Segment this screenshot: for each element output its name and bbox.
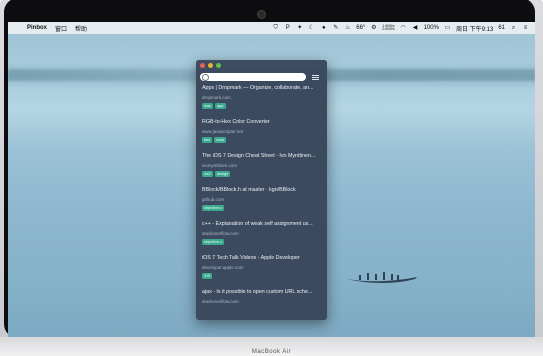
temperature-readout[interactable]: 66° xyxy=(356,25,365,31)
tag-list: ios7 design xyxy=(202,171,321,177)
tag-badge[interactable]: mac xyxy=(202,103,214,109)
laptop-frame: Pinbox 窗口 帮助 ⛉ P ✦ ☾ ● ✎ ♨ 66° ⚙ 1.9KB/s… xyxy=(0,0,543,356)
gear-icon[interactable]: ⚙ xyxy=(370,25,377,32)
bookmark-url: stackoverflow.com xyxy=(202,231,239,236)
zoom-button[interactable] xyxy=(216,62,221,68)
bookmark-title[interactable]: Apps | Dropmark — Organize, collaborate,… xyxy=(202,85,321,91)
minimize-button[interactable] xyxy=(208,62,213,68)
bookmark-title[interactable]: BBlock/BBlock.h at master · kgn/BBlock xyxy=(202,187,321,193)
battery-readout[interactable]: 100% xyxy=(424,25,439,31)
bookmark-url: www.javascripter.net xyxy=(202,129,244,134)
bookmark-url: github.com xyxy=(202,197,225,202)
tools-icon[interactable]: ✎ xyxy=(332,25,339,32)
bookmark-title[interactable]: c++ - Explanation of weak self assignmen… xyxy=(202,221,321,227)
camera-icon xyxy=(257,10,266,19)
apple-menu-icon[interactable] xyxy=(14,24,21,32)
menu-item-window[interactable]: 窗口 xyxy=(55,24,67,33)
notification-count[interactable]: 61 xyxy=(498,25,505,31)
bookmark-item[interactable]: RGB-to-Hex Color Converter www.javascript… xyxy=(202,119,321,152)
bookmark-url: ivomynttinen.com xyxy=(202,163,238,168)
battery-icon[interactable]: ▭ xyxy=(444,25,451,32)
network-speed[interactable]: 1.9KB/s 0.0KB/s xyxy=(382,24,395,32)
bookmark-title[interactable]: RGB-to-Hex Color Converter xyxy=(202,119,321,125)
droplet-icon[interactable]: ● xyxy=(320,25,327,32)
tag-list: iOS xyxy=(202,273,321,279)
boat-image xyxy=(347,272,417,283)
tag-badge[interactable]: color xyxy=(214,137,227,143)
bookmark-item[interactable]: c++ - Explanation of weak self assignmen… xyxy=(202,221,321,254)
wifi-icon[interactable]: ◠ xyxy=(400,25,407,32)
bookmark-item[interactable]: The iOS 7 Design Cheat Sheet - Ivo Myntt… xyxy=(202,153,321,186)
tag-list: objective-c xyxy=(202,239,321,245)
volume-icon[interactable]: ◀ xyxy=(412,25,419,32)
network-down: 0.0KB/s xyxy=(382,27,395,31)
menu-bar: Pinbox 窗口 帮助 ⛉ P ✦ ☾ ● ✎ ♨ 66° ⚙ 1.9KB/s… xyxy=(8,22,535,34)
search-row xyxy=(196,70,327,84)
magnifier-icon xyxy=(202,73,209,81)
clock[interactable]: 周日 下午9:13 xyxy=(456,24,493,33)
flame-icon[interactable]: ♨ xyxy=(344,25,351,32)
bookmark-url: stackoverflow.com xyxy=(202,299,239,304)
tag-badge[interactable]: design xyxy=(214,171,231,177)
bookmark-title[interactable]: The iOS 7 Design Cheat Sheet - Ivo Myntt… xyxy=(202,153,321,159)
moon-icon[interactable]: ☾ xyxy=(308,25,315,32)
menu-app-name[interactable]: Pinbox xyxy=(27,25,47,31)
status-area: ⛉ P ✦ ☾ ● ✎ ♨ 66° ⚙ 1.9KB/s 0.0KB/s ◠ ◀ … xyxy=(272,24,535,33)
tag-badge[interactable]: hex xyxy=(202,137,213,143)
tag-badge[interactable]: iOS xyxy=(202,273,213,279)
close-button[interactable] xyxy=(200,62,205,68)
bookmark-url: dropmark.com xyxy=(202,95,231,100)
bookmark-title[interactable]: ajax - Is it possible to open custom URL… xyxy=(202,289,321,295)
pinbox-window: Apps | Dropmark — Organize, collaborate,… xyxy=(196,60,327,320)
tag-list: mac app xyxy=(202,103,321,109)
bookmark-item[interactable]: BBlock/BBlock.h at master · kgn/BBlock gi… xyxy=(202,187,321,220)
list-icon[interactable]: ≡ xyxy=(522,25,529,32)
tag-badge[interactable]: objective-c xyxy=(202,205,225,211)
tag-badge[interactable]: app xyxy=(215,103,226,109)
window-titlebar xyxy=(196,60,327,70)
bookmark-item[interactable]: ajax - Is it possible to open custom URL… xyxy=(202,289,321,320)
tag-list: objective-c xyxy=(202,205,321,211)
screen: Pinbox 窗口 帮助 ⛉ P ✦ ☾ ● ✎ ♨ 66° ⚙ 1.9KB/s… xyxy=(8,22,535,337)
tag-list: hex color xyxy=(202,137,321,143)
search-input[interactable] xyxy=(200,73,306,81)
shield-icon[interactable]: ⛉ xyxy=(272,25,279,32)
bookmark-item[interactable]: iOS 7 Tech Talk Videos - Apple Developer… xyxy=(202,255,321,288)
p-icon[interactable]: P xyxy=(284,25,291,32)
device-label: MacBook Air xyxy=(251,349,292,355)
bookmark-item[interactable]: Apps | Dropmark — Organize, collaborate,… xyxy=(202,85,321,118)
tag-badge[interactable]: objective-c xyxy=(202,239,225,245)
bookmark-list: Apps | Dropmark — Organize, collaborate,… xyxy=(196,85,327,320)
bookmark-title[interactable]: iOS 7 Tech Talk Videos - Apple Developer xyxy=(202,255,321,261)
tag-badge[interactable]: ios7 xyxy=(202,171,213,177)
menu-item-help[interactable]: 帮助 xyxy=(75,24,87,33)
dropbox-icon[interactable]: ✦ xyxy=(296,25,303,32)
hamburger-menu-icon[interactable] xyxy=(312,74,319,80)
bookmark-url: developer.apple.com xyxy=(202,265,244,270)
search-icon[interactable]: ⌕ xyxy=(510,25,517,32)
